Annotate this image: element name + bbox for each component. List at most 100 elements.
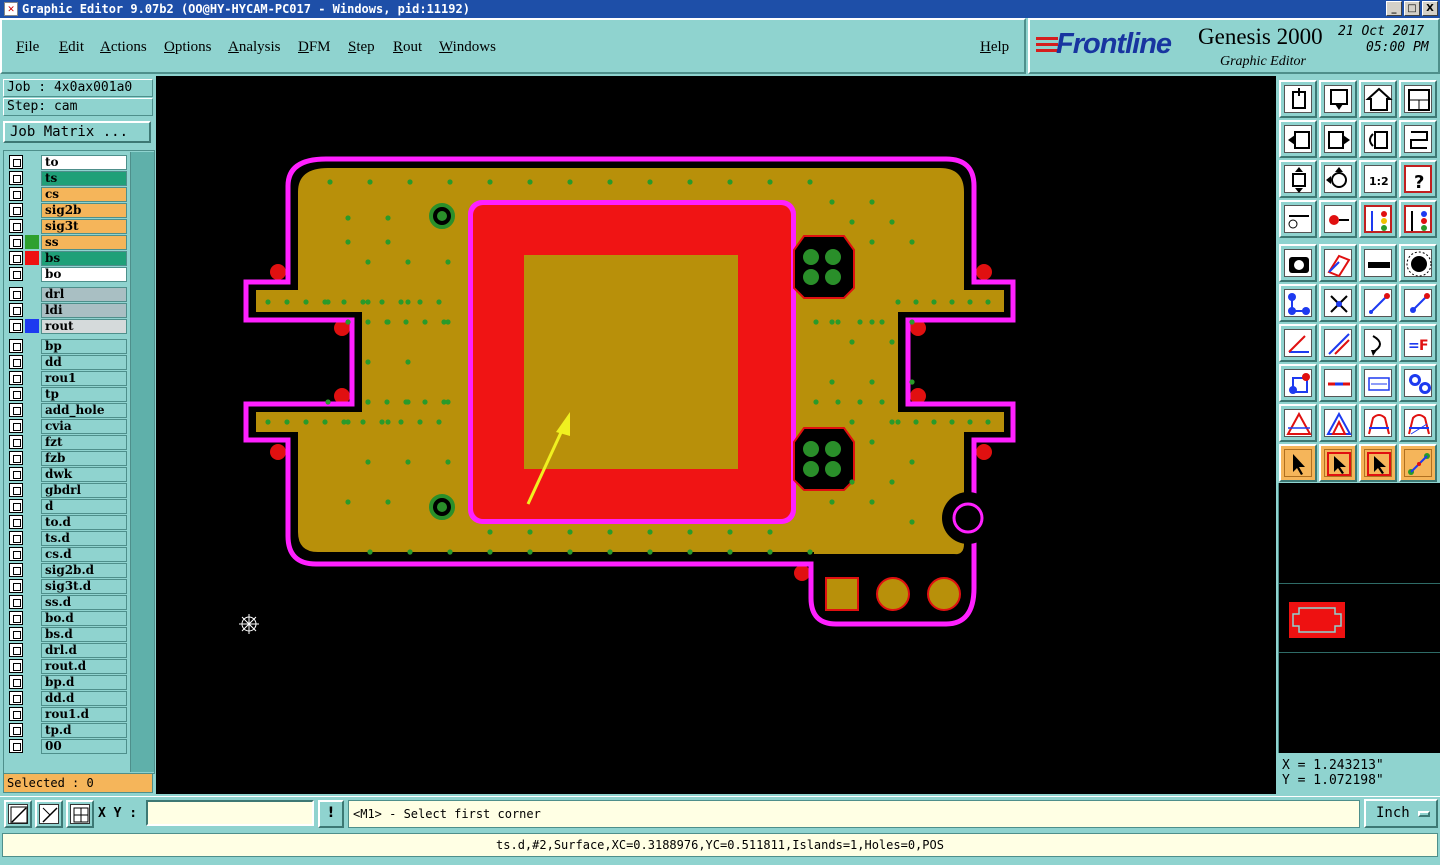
layer-checkbox[interactable]	[9, 691, 23, 705]
layer-row-rout[interactable]: rout	[7, 319, 127, 334]
overview-board-thumbnail[interactable]	[1289, 602, 1345, 638]
layer-checkbox[interactable]	[9, 515, 23, 529]
layer-name[interactable]: bs	[41, 251, 127, 266]
layer-row-dwk[interactable]: dwk	[7, 467, 127, 482]
layer-row-ss[interactable]: ss	[7, 235, 127, 250]
pointer-box-button[interactable]	[1319, 444, 1357, 482]
layer-name[interactable]: ss.d	[41, 595, 127, 610]
help-button[interactable]: ?	[1399, 160, 1437, 198]
layer-checkbox[interactable]	[9, 355, 23, 369]
layer-name[interactable]: 00	[41, 739, 127, 754]
layer-name[interactable]: fzb	[41, 451, 127, 466]
layer-row-bs[interactable]: bs	[7, 251, 127, 266]
pencil-shape-button[interactable]	[1319, 244, 1357, 282]
layer-name[interactable]: bo	[41, 267, 127, 282]
menu-options[interactable]: Options	[164, 39, 212, 56]
layer-name[interactable]: d	[41, 499, 127, 514]
layer-checkbox[interactable]	[9, 287, 23, 301]
layer-name[interactable]: ldi	[41, 303, 127, 318]
layer-row-bp-d[interactable]: bp.d	[7, 675, 127, 690]
layer-name[interactable]: sig3t.d	[41, 579, 127, 594]
scale-1-2-button[interactable]: 1:2	[1359, 160, 1397, 198]
layer-checkbox[interactable]	[9, 403, 23, 417]
layer-checkbox[interactable]	[9, 659, 23, 673]
layer-checkbox[interactable]	[9, 723, 23, 737]
layer-list-scrollbar[interactable]	[130, 152, 154, 772]
layer-name[interactable]: fzt	[41, 435, 127, 450]
layer-checkbox[interactable]	[9, 483, 23, 497]
layer-checkbox[interactable]	[9, 267, 23, 281]
layer-name[interactable]: rout	[41, 319, 127, 334]
layer-checkbox[interactable]	[9, 303, 23, 317]
layer-checkbox[interactable]	[9, 387, 23, 401]
layer-row-dd-d[interactable]: dd.d	[7, 691, 127, 706]
cross-button[interactable]	[1319, 284, 1357, 322]
layer-checkbox[interactable]	[9, 203, 23, 217]
layer-row-cs[interactable]: cs	[7, 187, 127, 202]
line-add-button[interactable]	[1359, 284, 1397, 322]
dim-button[interactable]	[1359, 364, 1397, 402]
triangle-red-button[interactable]	[1279, 404, 1317, 442]
layer-checkbox[interactable]	[9, 171, 23, 185]
layer-name[interactable]: gbdrl	[41, 483, 127, 498]
arch-cross-button[interactable]	[1399, 404, 1437, 442]
menu-analysis[interactable]: Analysis	[228, 39, 281, 56]
layer-checkbox[interactable]	[9, 419, 23, 433]
layer-name[interactable]: rout.d	[41, 659, 127, 674]
layer-row-cs-d[interactable]: cs.d	[7, 547, 127, 562]
pcb-board[interactable]	[156, 76, 1276, 794]
layer-name[interactable]: rou1	[41, 371, 127, 386]
layer-row-tp-d[interactable]: tp.d	[7, 723, 127, 738]
layer-row-to[interactable]: to	[7, 155, 127, 170]
layer-row-00[interactable]: 00	[7, 739, 127, 754]
layer-name[interactable]: sig2b.d	[41, 563, 127, 578]
layer-row-dd[interactable]: dd	[7, 355, 127, 370]
layer-name[interactable]: add_hole	[41, 403, 127, 418]
layer-checkbox[interactable]	[9, 467, 23, 481]
layer-checkbox[interactable]	[9, 627, 23, 641]
layer-row-drl-d[interactable]: drl.d	[7, 643, 127, 658]
rotate-button[interactable]	[1359, 120, 1397, 158]
snap-button[interactable]	[1399, 120, 1437, 158]
grid-button[interactable]	[66, 800, 94, 828]
layer-row-bo[interactable]: bo	[7, 267, 127, 282]
layer-name[interactable]: tp	[41, 387, 127, 402]
layer-name[interactable]: ss	[41, 235, 127, 250]
layer-name[interactable]: rou1.d	[41, 707, 127, 722]
layer-name[interactable]: drl	[41, 287, 127, 302]
grid-snap-button[interactable]	[35, 800, 63, 828]
layer-checkbox[interactable]	[9, 187, 23, 201]
layer-row-rou1-d[interactable]: rou1.d	[7, 707, 127, 722]
arc-button[interactable]	[1359, 324, 1397, 362]
layer-name[interactable]: ts.d	[41, 531, 127, 546]
layer-name[interactable]: cs.d	[41, 547, 127, 562]
pointer-select-button[interactable]	[1359, 444, 1397, 482]
home-button[interactable]	[1359, 80, 1397, 118]
layer-checkbox[interactable]	[9, 339, 23, 353]
layer-row-cvia[interactable]: cvia	[7, 419, 127, 434]
menu-help[interactable]: Help	[980, 39, 1009, 56]
window-button[interactable]	[1399, 80, 1437, 118]
layer-row-add-hole[interactable]: add_hole	[7, 403, 127, 418]
pattern-button[interactable]	[1399, 364, 1437, 402]
camera-button[interactable]	[1279, 244, 1317, 282]
connect-button[interactable]	[1279, 284, 1317, 322]
layer-name[interactable]: tp.d	[41, 723, 127, 738]
zoom-center-button[interactable]	[1319, 160, 1357, 198]
maximize-button[interactable]: □	[1404, 1, 1420, 16]
snap-button[interactable]	[4, 800, 32, 828]
menu-windows[interactable]: Windows	[439, 39, 496, 56]
layer-name[interactable]: drl.d	[41, 643, 127, 658]
menu-rout[interactable]: Rout	[393, 39, 422, 56]
layer-row-sig3t[interactable]: sig3t	[7, 219, 127, 234]
layer-row-gbdrl[interactable]: gbdrl	[7, 483, 127, 498]
warning-button[interactable]: !	[318, 800, 344, 828]
layer-name[interactable]: ts	[41, 171, 127, 186]
layer-checkbox[interactable]	[9, 219, 23, 233]
import-button[interactable]	[1279, 120, 1317, 158]
layer-name[interactable]: dwk	[41, 467, 127, 482]
layer-name[interactable]: to.d	[41, 515, 127, 530]
xy-input[interactable]	[146, 800, 314, 826]
layer-checkbox[interactable]	[9, 371, 23, 385]
route-button[interactable]	[1399, 444, 1437, 482]
